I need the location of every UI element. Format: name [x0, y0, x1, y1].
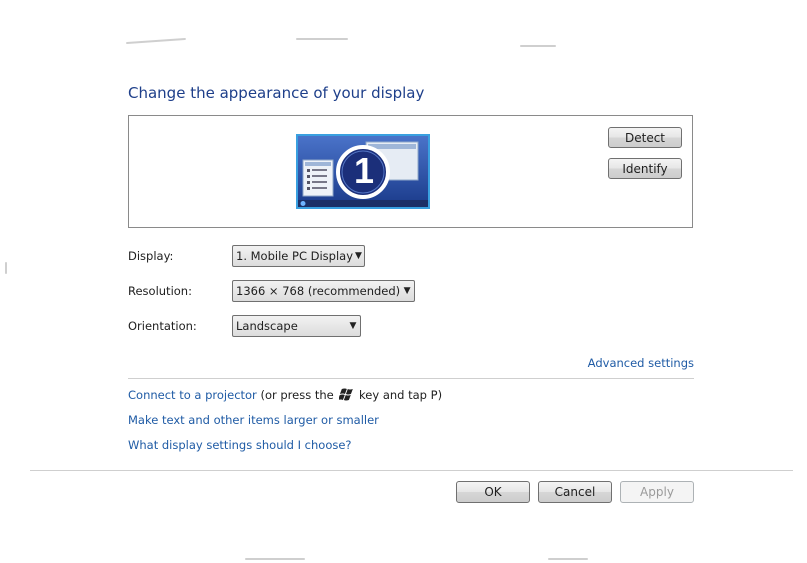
projector-hint-text: (or press the — [260, 388, 334, 402]
detect-button[interactable]: Detect — [608, 127, 682, 148]
orientation-label: Orientation: — [128, 319, 197, 333]
resolution-select[interactable]: 1366 × 768 (recommended) ▼ — [232, 280, 415, 302]
scan-smudge — [296, 38, 348, 40]
text-size-link[interactable]: Make text and other items larger or smal… — [128, 413, 379, 427]
scan-smudge — [245, 558, 305, 560]
page-title: Change the appearance of your display — [128, 84, 425, 102]
display-label: Display: — [128, 249, 174, 263]
orientation-select[interactable]: Landscape ▼ — [232, 315, 361, 337]
identify-button[interactable]: Identify — [608, 158, 682, 179]
display-help-link[interactable]: What display settings should I choose? — [128, 438, 352, 452]
scan-smudge — [520, 45, 556, 47]
monitor-1-preview[interactable]: 1 — [296, 134, 430, 209]
resolution-label: Resolution: — [128, 284, 192, 298]
chevron-down-icon: ▼ — [355, 251, 362, 261]
divider — [128, 378, 694, 379]
display-select-value: 1. Mobile PC Display — [236, 249, 354, 263]
projector-hint-text-end: key and tap P) — [359, 388, 443, 402]
scan-smudge — [5, 262, 7, 274]
orientation-select-value: Landscape — [236, 319, 298, 333]
apply-button[interactable]: Apply — [620, 481, 694, 503]
advanced-settings-link[interactable]: Advanced settings — [588, 356, 694, 370]
scan-smudge — [126, 37, 186, 45]
scan-smudge — [548, 558, 588, 560]
windows-logo-icon — [338, 388, 354, 401]
connect-projector-row: Connect to a projector (or press the key… — [128, 388, 442, 402]
chevron-down-icon: ▼ — [349, 321, 357, 331]
connect-projector-link[interactable]: Connect to a projector — [128, 388, 257, 402]
cancel-button[interactable]: Cancel — [538, 481, 612, 503]
ok-button[interactable]: OK — [456, 481, 530, 503]
monitor-number: 1 — [353, 150, 375, 191]
footer-divider — [30, 470, 793, 471]
resolution-select-value: 1366 × 768 (recommended) — [236, 284, 401, 298]
display-select[interactable]: 1. Mobile PC Display ▼ — [232, 245, 365, 267]
chevron-down-icon: ▼ — [403, 286, 411, 296]
